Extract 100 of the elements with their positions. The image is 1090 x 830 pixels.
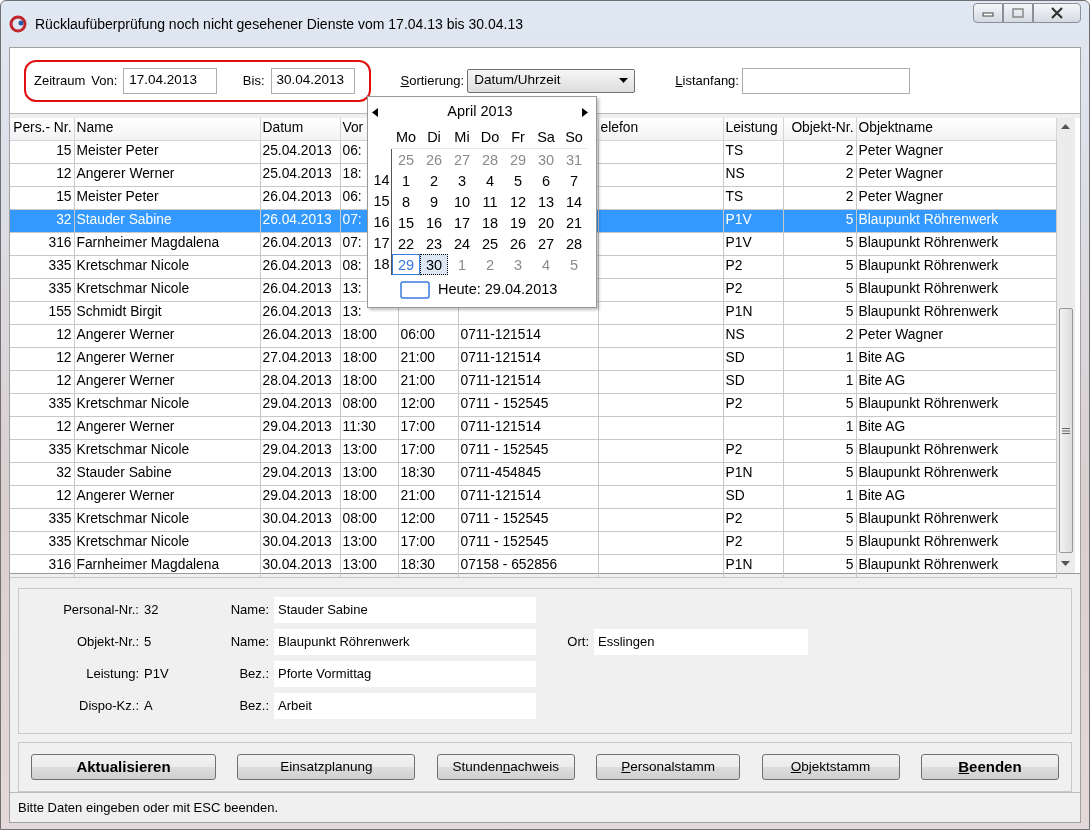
table-cell: Peter Wagner bbox=[858, 166, 944, 182]
calendar-day[interactable]: 25 bbox=[476, 233, 504, 254]
table-row[interactable]: 335 Kretschmar Nicole 29.04.2013 08:00 12:00 0711 - 152545 P2 5 Blaupunkt Röhrenwerk bbox=[10, 393, 1056, 416]
calendar-day[interactable]: 10 bbox=[448, 191, 476, 212]
calendar-day[interactable]: 29 bbox=[392, 254, 420, 275]
text-field[interactable]: Blaupunkt Röhrenwerk bbox=[274, 629, 536, 655]
list-start-field[interactable] bbox=[742, 67, 911, 94]
calendar-day[interactable]: 24 bbox=[448, 233, 476, 254]
table-cell: 12 bbox=[56, 327, 72, 343]
column-header[interactable]: Objekt-Nr. bbox=[783, 118, 856, 140]
table-row[interactable]: 32 Stauder Sabine 29.04.2013 13:00 18:30 0711-454845 P1N 5 Blaupunkt Röhrenwerk bbox=[10, 462, 1056, 485]
calendar-day[interactable]: 5 bbox=[560, 254, 588, 275]
table-row[interactable]: 316 Farnheimer Magdalena 30.04.2013 13:00 18:30 07158 - 652856 P1N 5 Blaupunkt Röhrenwerk bbox=[10, 554, 1056, 577]
next-month-icon[interactable] bbox=[582, 107, 588, 117]
action-button[interactable]: Einsatzplanung bbox=[237, 754, 416, 780]
calendar-day[interactable]: 28 bbox=[476, 149, 504, 170]
action-button[interactable]: Personalstamm bbox=[596, 754, 741, 780]
maximize-button[interactable] bbox=[1003, 3, 1033, 23]
table-row[interactable]: 12 Angerer Werner 28.04.2013 18:00 21:00 0711-121514 SD 1 Bite AG bbox=[10, 370, 1056, 393]
calendar-day[interactable]: 27 bbox=[532, 233, 560, 254]
calendar-day[interactable]: 11 bbox=[476, 191, 504, 212]
calendar-day[interactable]: 3 bbox=[504, 254, 532, 275]
action-button[interactable]: Objektstamm bbox=[761, 754, 900, 780]
calendar-day[interactable]: 4 bbox=[476, 170, 504, 191]
table-cell: 26.04.2013 bbox=[262, 281, 332, 297]
to-date-field[interactable]: 30.04.2013 bbox=[270, 67, 355, 94]
table-cell: 32 bbox=[56, 465, 72, 481]
column-header[interactable]: Leistung bbox=[723, 118, 783, 140]
table-row[interactable]: 335 Kretschmar Nicole 29.04.2013 13:00 17:00 0711 - 152545 P2 5 Blaupunkt Röhrenwerk bbox=[10, 439, 1056, 462]
table-cell: 07158 - 652856 bbox=[460, 557, 558, 573]
scroll-down-icon[interactable] bbox=[1061, 561, 1070, 567]
minimize-button[interactable] bbox=[973, 3, 1003, 23]
action-button[interactable]: Beenden bbox=[920, 754, 1059, 780]
weekday-label: Fr bbox=[504, 123, 532, 149]
table-cell: 5 bbox=[845, 212, 854, 228]
calendar-day[interactable]: 19 bbox=[504, 212, 532, 233]
calendar-day[interactable]: 23 bbox=[420, 233, 448, 254]
calendar-day[interactable]: 29 bbox=[504, 149, 532, 170]
calendar-day[interactable]: 25 bbox=[392, 149, 420, 170]
table-cell: Blaupunkt Röhrenwerk bbox=[858, 465, 999, 481]
close-button[interactable] bbox=[1033, 3, 1081, 23]
calendar-day[interactable]: 7 bbox=[560, 170, 588, 191]
calendar-day[interactable]: 28 bbox=[560, 233, 588, 254]
table-row[interactable]: 12 Angerer Werner 29.04.2013 18:00 21:00 0711-121514 SD 1 Bite AG bbox=[10, 485, 1056, 508]
calendar-day[interactable]: 6 bbox=[532, 170, 560, 191]
calendar-day[interactable]: 15 bbox=[392, 212, 420, 233]
calendar-day[interactable]: 13 bbox=[532, 191, 560, 212]
text-field[interactable]: Esslingen bbox=[594, 629, 808, 655]
calendar-day[interactable]: 21 bbox=[560, 212, 588, 233]
table-cell: 32 bbox=[56, 212, 72, 228]
calendar-day[interactable]: 14 bbox=[560, 191, 588, 212]
scroll-up-icon[interactable] bbox=[1061, 124, 1070, 130]
table-cell: 29.04.2013 bbox=[262, 488, 332, 504]
column-header[interactable]: Pers.- Nr. bbox=[10, 118, 74, 140]
calendar-day[interactable]: 3 bbox=[448, 170, 476, 191]
previous-month-icon[interactable] bbox=[372, 107, 378, 117]
action-button[interactable]: Stundennachweis bbox=[436, 754, 575, 780]
calendar-day[interactable]: 16 bbox=[420, 212, 448, 233]
table-cell: 13: bbox=[342, 304, 362, 320]
calendar-day[interactable]: 8 bbox=[392, 191, 420, 212]
calendar-day[interactable]: 18 bbox=[476, 212, 504, 233]
table-row[interactable]: 12 Angerer Werner 27.04.2013 18:00 21:00 0711-121514 SD 1 Bite AG bbox=[10, 347, 1056, 370]
table-row[interactable]: 12 Angerer Werner 29.04.2013 11:30 17:00 0711-121514 1 Bite AG bbox=[10, 416, 1056, 439]
calendar-day[interactable]: 12 bbox=[504, 191, 532, 212]
calendar-day[interactable]: 1 bbox=[392, 170, 420, 191]
calendar-day[interactable]: 26 bbox=[504, 233, 532, 254]
column-header[interactable]: Datum bbox=[260, 118, 340, 140]
table-row[interactable]: 12 Angerer Werner 26.04.2013 18:00 06:00 0711-121514 NS 2 Peter Wagner bbox=[10, 324, 1056, 347]
calendar-day[interactable]: 27 bbox=[448, 149, 476, 170]
table-cell: 5 bbox=[845, 534, 854, 550]
calendar-day[interactable]: 1 bbox=[448, 254, 476, 275]
from-date-field[interactable]: 17.04.2013 bbox=[123, 67, 218, 94]
table-cell: 18:00 bbox=[342, 350, 378, 366]
sort-dropdown[interactable]: Datum/Uhrzeit bbox=[467, 68, 636, 93]
column-header[interactable]: elefon bbox=[598, 118, 723, 140]
calendar-day[interactable]: 17 bbox=[448, 212, 476, 233]
action-button[interactable]: Aktualisieren bbox=[31, 754, 216, 780]
table-cell: 29.04.2013 bbox=[262, 442, 332, 458]
calendar-day[interactable]: 2 bbox=[420, 170, 448, 191]
calendar-day[interactable]: 31 bbox=[560, 149, 588, 170]
calendar-day[interactable]: 30 bbox=[532, 149, 560, 170]
table-row[interactable]: 335 Kretschmar Nicole 30.04.2013 13:00 17:00 0711 - 152545 P2 5 Blaupunkt Röhrenwerk bbox=[10, 531, 1056, 554]
column-header[interactable]: Name bbox=[74, 118, 260, 140]
calendar-day[interactable]: 20 bbox=[532, 212, 560, 233]
table-cell: 0711 - 152545 bbox=[460, 396, 549, 412]
calendar-day[interactable]: 22 bbox=[392, 233, 420, 254]
calendar-day[interactable]: 5 bbox=[504, 170, 532, 191]
column-header[interactable]: Objektname bbox=[856, 118, 1056, 140]
calendar-day[interactable]: 4 bbox=[532, 254, 560, 275]
text-field[interactable]: Arbeit bbox=[274, 693, 536, 719]
table-row[interactable]: 335 Kretschmar Nicole 30.04.2013 08:00 12:00 0711 - 152545 P2 5 Blaupunkt Röhrenwerk bbox=[10, 508, 1056, 531]
table-cell: 0711-121514 bbox=[460, 327, 541, 343]
text-field[interactable]: Stauder Sabine bbox=[274, 597, 536, 623]
calendar-day[interactable]: 26 bbox=[420, 149, 448, 170]
calendar-day[interactable]: 2 bbox=[476, 254, 504, 275]
table-cell: 29.04.2013 bbox=[262, 419, 332, 435]
today-link[interactable]: Heute: 29.04.2013 bbox=[438, 279, 558, 301]
calendar-day[interactable]: 30 bbox=[420, 254, 448, 275]
text-field[interactable]: Pforte Vormittag bbox=[274, 661, 536, 687]
calendar-day[interactable]: 9 bbox=[420, 191, 448, 212]
